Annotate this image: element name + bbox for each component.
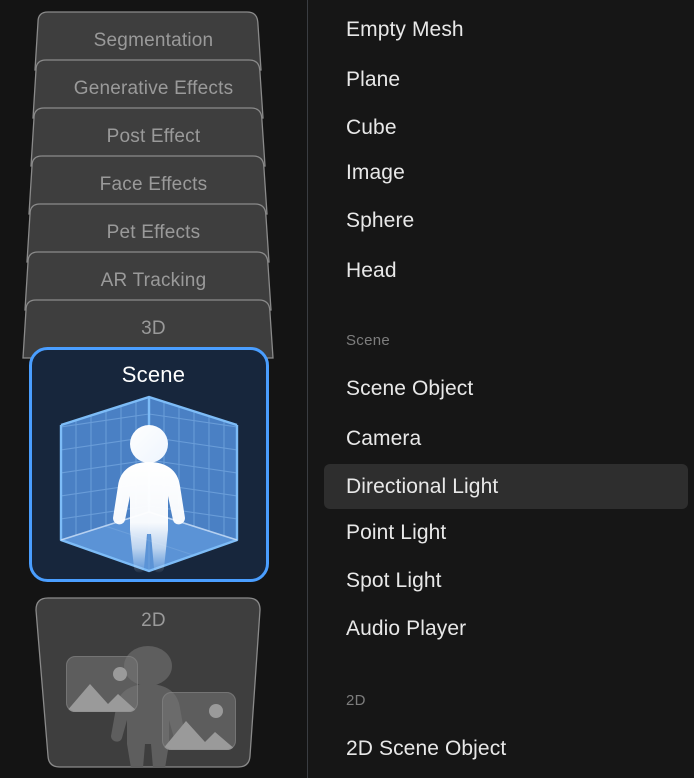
menu-item-label: Directional Light	[346, 474, 499, 498]
menu-section-header-2d: 2D	[346, 692, 366, 709]
object-menu-panel: Empty Mesh Plane Cube Image Sphere Head …	[308, 0, 694, 778]
menu-item-2d-scene-object[interactable]: 2D Scene Object	[324, 731, 688, 767]
sidebar-card-label: Post Effect	[106, 126, 201, 147]
menu-item-empty-mesh[interactable]: Empty Mesh	[324, 12, 688, 48]
sidebar-card-label: Generative Effects	[73, 78, 234, 99]
menu-item-label: Head	[346, 259, 397, 282]
menu-item-label: Audio Player	[346, 617, 467, 640]
menu-item-label: 2D Scene Object	[346, 737, 507, 760]
menu-item-label: Sphere	[346, 209, 415, 232]
image-placeholder-left	[66, 656, 138, 712]
menu-item-sphere[interactable]: Sphere	[324, 203, 688, 239]
menu-item-scene-object[interactable]: Scene Object	[324, 371, 688, 407]
sidebar-card-label: Face Effects	[99, 174, 208, 195]
menu-item-point-light[interactable]: Point Light	[324, 515, 688, 551]
menu-item-audio-player[interactable]: Audio Player	[324, 611, 688, 647]
menu-item-label: Plane	[346, 68, 401, 91]
sidebar-card-label: AR Tracking	[100, 270, 207, 291]
sidebar-card-label: 2D	[141, 610, 166, 631]
sidebar-card-label: 3D	[141, 318, 166, 339]
sidebar-card-label: Pet Effects	[106, 222, 201, 243]
menu-item-plane[interactable]: Plane	[324, 62, 688, 98]
menu-item-label: Empty Mesh	[346, 18, 464, 41]
menu-item-label: Scene Object	[346, 377, 474, 400]
menu-item-directional-light[interactable]: Directional Light	[324, 464, 688, 509]
category-sidebar: Segmentation Generative Effects Post Eff…	[0, 0, 307, 778]
menu-item-image[interactable]: Image	[324, 155, 688, 191]
menu-item-cube[interactable]: Cube	[324, 110, 688, 146]
menu-item-spot-light[interactable]: Spot Light	[324, 563, 688, 599]
menu-item-label: Camera	[346, 427, 422, 450]
image-placeholder-right	[162, 692, 236, 750]
twod-person-images-icon	[52, 640, 248, 770]
menu-item-camera[interactable]: Camera	[324, 421, 688, 457]
sidebar-card-label: Scene	[121, 362, 186, 387]
menu-section-header-scene: Scene	[346, 332, 391, 349]
menu-item-label: Spot Light	[346, 569, 442, 592]
menu-item-label: Cube	[346, 116, 397, 139]
scene-room-person-icon	[54, 392, 244, 576]
menu-item-head[interactable]: Head	[324, 253, 688, 289]
menu-item-label: Image	[346, 161, 405, 184]
menu-item-label: Point Light	[346, 521, 447, 544]
sidebar-card-label: Segmentation	[93, 30, 214, 51]
